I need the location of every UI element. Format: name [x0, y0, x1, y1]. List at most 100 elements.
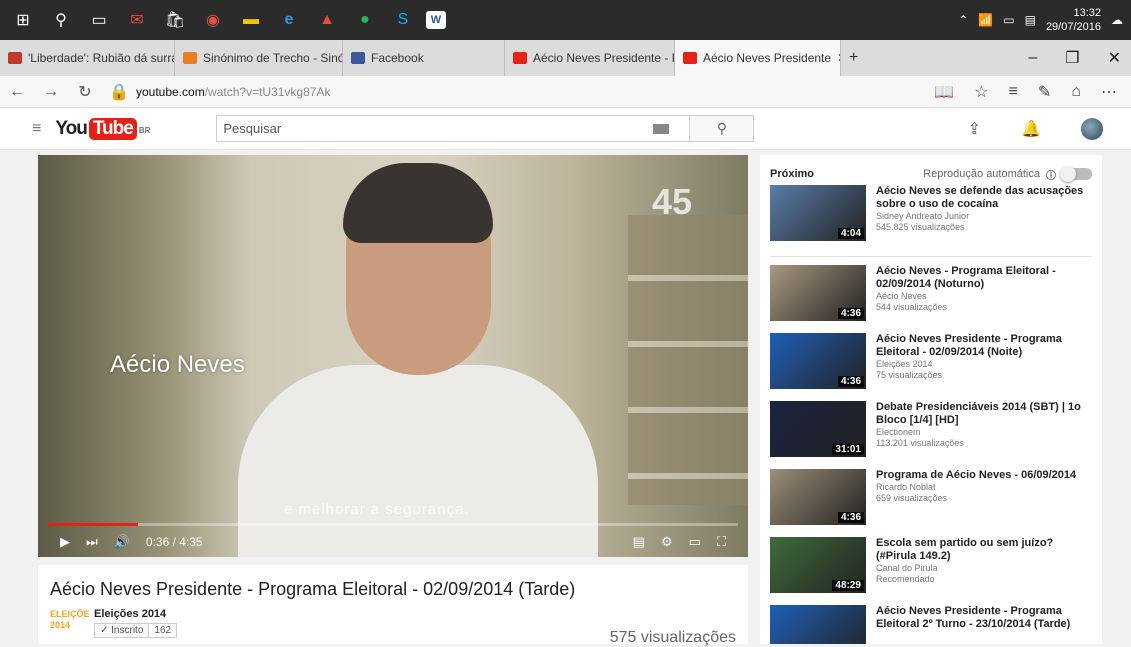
recommended-video[interactable]: 31:01 Debate Presidenciáveis 2014 (SBT) |…: [770, 401, 1092, 467]
search-icon[interactable]: ⚲: [46, 5, 76, 35]
more-icon[interactable]: ⋯: [1101, 82, 1117, 102]
store-icon[interactable]: 🛍: [160, 5, 190, 35]
recommended-video[interactable]: 48:29 Escola sem partido ou sem juízo? (#…: [770, 537, 1092, 603]
tab-liberdade[interactable]: 'Liberdade': Rubião dá surra: [0, 40, 175, 76]
video-thumbnail[interactable]: [770, 605, 866, 644]
search-button[interactable]: ⚲: [689, 116, 754, 141]
video-thumbnail[interactable]: 48:29: [770, 537, 866, 593]
tab-label: Aécio Neves Presidente - Pr: [533, 51, 675, 65]
video-thumbnail[interactable]: 4:36: [770, 333, 866, 389]
recommended-video-text: Aécio Neves Presidente - Programa Eleito…: [876, 333, 1092, 399]
new-tab-button[interactable]: +: [841, 40, 866, 76]
subscribe-button[interactable]: ✓ Inscrito: [94, 623, 150, 638]
recommended-video[interactable]: 4:36 Programa de Aécio Neves - 06/09/2014…: [770, 469, 1092, 535]
tab-sinonimo[interactable]: Sinónimo de Trecho - Sinón: [175, 40, 343, 76]
autoplay-label: Reprodução automática: [923, 168, 1040, 180]
reading-view-icon[interactable]: 📖: [934, 82, 954, 102]
autoplay-toggle[interactable]: [1060, 166, 1092, 182]
start-icon[interactable]: ⊞: [8, 5, 38, 35]
recommended-video-text: Aécio Neves - Programa Eleitoral - 02/09…: [876, 265, 1092, 331]
recommended-video[interactable]: 4:04 Aécio Neves se defende das acusações…: [770, 185, 1092, 257]
chevron-up-icon[interactable]: ⌃: [958, 13, 968, 27]
video-channel: Ricardo Noblat: [876, 482, 936, 492]
tab-aecio-active[interactable]: Aécio Neves Presidente ✕: [675, 40, 841, 76]
keyboard-icon[interactable]: [653, 123, 670, 134]
volume-icon[interactable]: 🔊: [114, 534, 130, 550]
recommended-video[interactable]: 4:36 Aécio Neves - Programa Eleitoral - 0…: [770, 265, 1092, 331]
video-caption: e melhorar a segurança.: [284, 501, 470, 518]
time-display: 0:36 / 4:35: [145, 535, 203, 549]
settings-gear-icon[interactable]: ⚙: [661, 534, 673, 550]
youtube-favicon-icon: [683, 52, 697, 64]
share-icon[interactable]: ⌂: [1071, 83, 1081, 101]
view-count: 575 visualizações: [609, 629, 736, 646]
subscriber-count: 162: [149, 623, 178, 638]
close-window-icon[interactable]: ✕: [1108, 48, 1121, 68]
url-path: /watch?v=tU31vkg87Ak: [204, 84, 331, 99]
video-views: 75 visualizações: [876, 370, 943, 380]
avatar[interactable]: [1081, 117, 1103, 140]
video-thumbnail[interactable]: 4:36: [770, 469, 866, 525]
video-title: Aécio Neves Presidente - Programa Eleito…: [50, 579, 576, 599]
video-thumbnail[interactable]: 31:01: [770, 401, 866, 457]
acrobat-icon[interactable]: ▲: [312, 5, 342, 35]
channel-thumbnail[interactable]: ELEIÇÕE 2014: [50, 609, 90, 637]
video-channel: Electionem: [876, 427, 921, 437]
address-field[interactable]: youtube.com/watch?v=tU31vkg87Ak: [136, 85, 330, 99]
video-title-link[interactable]: Debate Presidenciáveis 2014 (SBT) | 1o B…: [876, 401, 1092, 427]
back-icon[interactable]: ←: [0, 83, 34, 101]
wifi-icon[interactable]: 📶: [978, 13, 993, 27]
vivaldi-icon[interactable]: ◉: [198, 5, 228, 35]
info-icon[interactable]: ⓘ: [1046, 167, 1056, 182]
bell-icon[interactable]: 🔔: [1021, 119, 1041, 139]
progress-bar[interactable]: [48, 523, 738, 526]
edge-icon[interactable]: e: [274, 5, 304, 35]
recommended-video-text: Aécio Neves se defende das acusações sob…: [876, 185, 1092, 256]
subtitles-icon[interactable]: ▤: [633, 534, 645, 550]
video-title-link[interactable]: Aécio Neves - Programa Eleitoral - 02/09…: [876, 265, 1092, 291]
clock[interactable]: 13:32 29/07/2016: [1046, 6, 1101, 34]
search-input[interactable]: [217, 116, 654, 141]
hub-icon[interactable]: ≡: [1009, 83, 1018, 101]
next-icon[interactable]: ⏭: [86, 534, 98, 550]
web-note-icon[interactable]: ✎: [1038, 82, 1051, 102]
favorite-star-icon[interactable]: ☆: [974, 82, 988, 102]
channel-name[interactable]: Eleições 2014: [94, 608, 177, 620]
recommended-video[interactable]: Aécio Neves Presidente - Programa Eleito…: [770, 605, 1092, 644]
forward-icon[interactable]: →: [34, 83, 68, 101]
tab-aecio-1[interactable]: Aécio Neves Presidente - Pr: [505, 40, 675, 76]
recommended-video[interactable]: 4:36 Aécio Neves Presidente - Programa El…: [770, 333, 1092, 399]
video-title-link[interactable]: Aécio Neves se defende das acusações sob…: [876, 185, 1092, 211]
cloud-icon[interactable]: ☁: [1111, 13, 1123, 27]
video-title-link[interactable]: Programa de Aécio Neves - 06/09/2014: [876, 469, 1092, 482]
video-title-link[interactable]: Aécio Neves Presidente - Programa Eleito…: [876, 605, 1092, 631]
task-view-icon[interactable]: ▭: [84, 5, 114, 35]
theater-mode-icon[interactable]: ▭: [689, 534, 701, 550]
skype-icon[interactable]: S: [388, 5, 418, 35]
video-title-link[interactable]: Escola sem partido ou sem juízo? (#Pirul…: [876, 537, 1092, 563]
fullscreen-icon[interactable]: ⛶: [717, 534, 726, 550]
play-icon[interactable]: ▶: [60, 534, 70, 550]
video-player[interactable]: 45 Aécio Neves e melhorar a segurança. ▶…: [38, 155, 748, 557]
windows-taskbar: ⊞ ⚲ ▭ ✉ 🛍 ◉ ▬ e ▲ ● S W ⌃ 📶 ▭ ▤ 13:32 29…: [0, 0, 1131, 40]
hamburger-menu-icon[interactable]: ≡: [32, 120, 41, 138]
mail-icon[interactable]: ✉: [122, 5, 152, 35]
file-explorer-icon[interactable]: ▬: [236, 5, 266, 35]
spotify-icon[interactable]: ●: [350, 5, 380, 35]
battery-icon[interactable]: ▭: [1003, 13, 1014, 27]
notification-icon[interactable]: ▤: [1025, 13, 1036, 27]
tab-facebook[interactable]: Facebook: [343, 40, 505, 76]
word-icon[interactable]: W: [426, 11, 446, 29]
youtube-logo[interactable]: You Tube BR: [55, 117, 150, 140]
video-title-link[interactable]: Aécio Neves Presidente - Programa Eleito…: [876, 333, 1092, 359]
recommended-video-text: Programa de Aécio Neves - 06/09/2014 Rica…: [876, 469, 1092, 535]
restore-icon[interactable]: ❐: [1065, 48, 1079, 68]
related-videos-sidebar: Próximo Reprodução automática ⓘ 4:04 Aéci…: [760, 155, 1102, 644]
refresh-icon[interactable]: ↻: [68, 82, 102, 102]
video-thumbnail[interactable]: 4:04: [770, 185, 866, 241]
upload-icon[interactable]: ⇪: [968, 119, 981, 139]
minimize-icon[interactable]: –: [1028, 49, 1037, 67]
bookshelf-background: [628, 215, 748, 505]
video-views: Recomendado: [876, 574, 935, 584]
video-thumbnail[interactable]: 4:36: [770, 265, 866, 321]
